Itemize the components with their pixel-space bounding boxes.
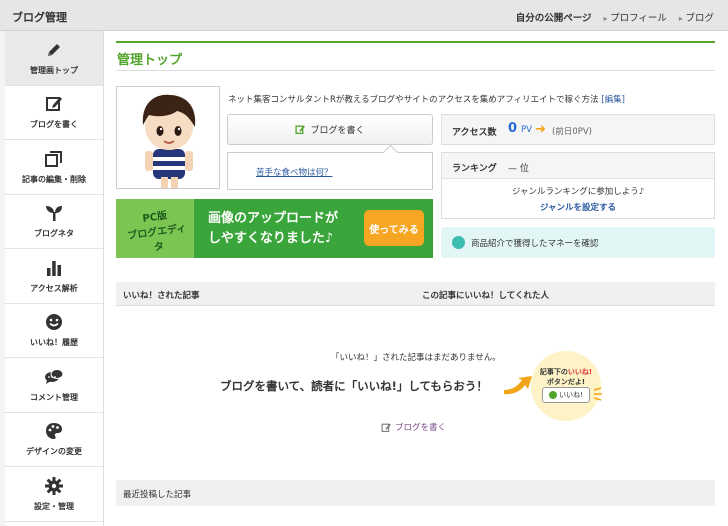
likes-column-people: この記事にいいね！してくれた人: [422, 291, 549, 301]
sidebar-item-comments[interactable]: コメント管理: [5, 358, 103, 413]
likes-cta: ブログを書いて、読者に「いいね!」してもらおう！: [220, 379, 488, 393]
avatar[interactable]: [116, 86, 220, 189]
edit-square-icon: [295, 125, 306, 135]
main-content: 管理トップ ネット集客コンサルタントRが教えるブログやサイトのアクセスを集めアフ…: [104, 31, 728, 526]
banner-message-line1: 画像のアップロードが: [208, 211, 339, 226]
hint-line2a: ボタン: [546, 378, 568, 386]
write-blog-link[interactable]: ブログを書く: [381, 421, 446, 433]
write-blog-link-label: ブログを書く: [395, 423, 447, 433]
my-public-page-label: 自分の公開ページ: [515, 13, 592, 24]
smiley-icon: [46, 314, 62, 331]
bar-chart-icon: [47, 260, 61, 276]
sprout-icon: [46, 206, 62, 222]
question-link[interactable]: 苦手な食べ物は何？: [256, 166, 333, 178]
write-blog-button[interactable]: ブログを書く: [227, 114, 433, 145]
ranking-label: ランキング: [452, 164, 497, 174]
likes-column-articles: いいね！された記事: [123, 291, 200, 301]
palette-icon: [46, 423, 62, 440]
sidebar-item-label: コメント管理: [30, 392, 78, 402]
likes-table-header: いいね！された記事 この記事にいいね！してくれた人: [116, 282, 715, 306]
sidebar: 管理画トップ ブログを書く 記事の編集・削除 ブログネタ アクセス解析 いいね！…: [5, 31, 104, 526]
sidebar-item-label: デザインの変更: [26, 447, 82, 457]
sidebar-item-edit-delete[interactable]: 記事の編集・削除: [5, 140, 103, 195]
edit-square-icon: [46, 97, 62, 112]
sidebar-item-label: 管理画トップ: [30, 65, 78, 75]
recent-posts-title: 最近投稿した記事: [123, 490, 192, 500]
app-title: ブログ管理: [12, 11, 67, 24]
like-button-hint: 記事下のいいね! ボタンだよ! いいね!: [531, 351, 602, 421]
money-link[interactable]: 商品紹介で獲得したマネーを確認: [471, 237, 599, 249]
banner-badge: PC版 ブログエディタ: [123, 206, 191, 258]
sidebar-item-design[interactable]: デザインの変更: [5, 413, 103, 467]
likes-empty-message: 「いいね！」された記事はまだありません。: [331, 353, 501, 363]
top-bar: ブログ管理 自分の公開ページ プロフィール ブログ: [0, 0, 728, 31]
arrow-right-icon: [504, 376, 532, 395]
try-it-button[interactable]: 使ってみる: [364, 210, 424, 246]
sidebar-item-access[interactable]: アクセス解析: [5, 249, 103, 304]
gear-icon: [45, 476, 63, 495]
sidebar-item-settings[interactable]: 設定・管理: [5, 467, 103, 522]
hint-line1b: いいね!: [567, 368, 593, 376]
set-genre-link[interactable]: ジャンルを設定する: [442, 201, 714, 213]
page-title-bar: 管理トップ: [116, 41, 715, 71]
page-title: 管理トップ: [117, 53, 183, 68]
like-pill: いいね!: [542, 387, 590, 403]
sparkle-icon: [593, 387, 602, 401]
like-pill-label: いいね!: [559, 391, 583, 399]
ranking-value: — 位: [508, 164, 529, 174]
write-blog-label: ブログを書く: [310, 126, 365, 136]
sidebar-item-label: ブログネタ: [34, 229, 74, 239]
ranking-box: ランキング — 位 ジャンルランキングに参加しよう♪ ジャンルを設定する: [441, 152, 715, 219]
hint-text: 記事下のいいね! ボタンだよ!: [531, 367, 601, 387]
hint-line2b: だよ!: [567, 378, 586, 386]
blog-link[interactable]: ブログ: [679, 10, 714, 24]
hint-line1a: 記事下の: [539, 368, 568, 376]
arrow-right-icon: ➜: [535, 122, 546, 137]
access-label: アクセス数: [452, 128, 497, 138]
access-count-box[interactable]: アクセス数 0 PV ➜ (前日0PV): [441, 114, 715, 145]
editor-banner[interactable]: PC版 ブログエディタ 画像のアップロードが しやすくなりました♪ 使ってみる: [116, 199, 433, 258]
access-previous: (前日0PV): [552, 127, 592, 137]
edit-description-link[interactable]: [編集]: [601, 95, 625, 105]
pencil-icon: [48, 43, 60, 56]
edit-square-icon: [381, 423, 391, 432]
smiley-icon: [549, 391, 558, 399]
sidebar-item-label: 記事の編集・削除: [22, 174, 86, 184]
profile-link[interactable]: プロフィール: [604, 10, 667, 24]
money-icon: [452, 236, 465, 249]
ranking-join-text: ジャンルランキングに参加しよう♪: [511, 187, 645, 197]
blog-description: ネット集客コンサルタントRが教えるブログやサイトのアクセスを集めアフィリエイトで…: [228, 93, 625, 105]
sidebar-item-label: アクセス解析: [30, 283, 78, 293]
speech-bubbles-icon: [45, 368, 64, 384]
folders-icon: [45, 150, 62, 167]
recent-posts-header: 最近投稿した記事: [116, 480, 715, 506]
ranking-header: ランキング — 位: [442, 153, 714, 179]
blog-description-text: ネット集客コンサルタントRが教えるブログやサイトのアクセスを集めアフィリエイトで…: [228, 95, 599, 105]
sidebar-item-label: 設定・管理: [34, 501, 74, 511]
top-nav: 自分の公開ページ プロフィール ブログ: [516, 10, 714, 24]
access-value: 0: [508, 121, 518, 136]
avatar-illustration: [117, 87, 219, 188]
money-link-box[interactable]: 商品紹介で獲得したマネーを確認: [441, 227, 715, 258]
question-box: 苦手な食べ物は何？: [227, 152, 433, 190]
sidebar-item-label: ブログを書く: [30, 120, 78, 130]
sidebar-item-write[interactable]: ブログを書く: [5, 86, 103, 140]
banner-message-line2: しやすくなりました♪: [208, 231, 334, 246]
sidebar-item-likes[interactable]: いいね！履歴: [5, 304, 103, 358]
sidebar-item-label: いいね！履歴: [30, 338, 78, 348]
access-unit: PV: [521, 125, 532, 135]
sidebar-item-blog-neta[interactable]: ブログネタ: [5, 195, 103, 249]
sidebar-item-top[interactable]: 管理画トップ: [5, 31, 103, 86]
banner-message: 画像のアップロードが しやすくなりました♪: [208, 209, 338, 249]
